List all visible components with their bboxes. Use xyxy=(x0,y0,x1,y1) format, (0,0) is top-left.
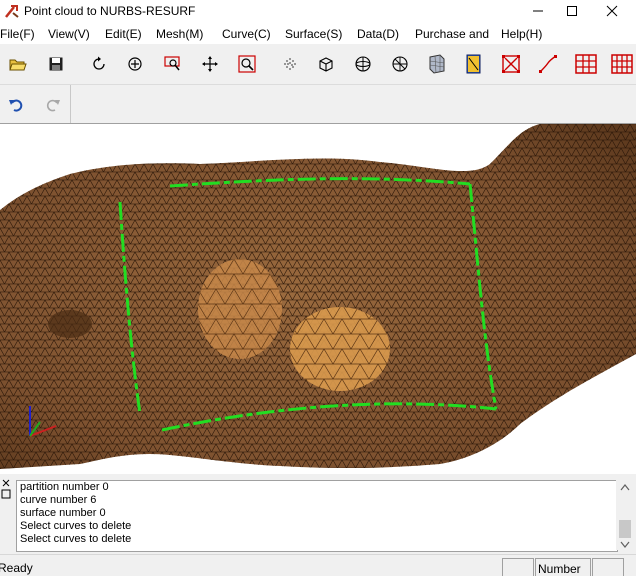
menu-help[interactable]: Help(H) xyxy=(501,27,542,41)
output-scrollbar[interactable] xyxy=(616,480,634,550)
secondary-toolbar xyxy=(0,85,636,124)
mesh-object-icon xyxy=(429,54,445,74)
mesh-render[interactable] xyxy=(0,124,636,474)
minimize-icon xyxy=(533,10,543,12)
grid-red-button[interactable] xyxy=(573,51,599,77)
log-line: Select curves to delete xyxy=(20,533,132,545)
mesh-wireframe xyxy=(0,124,636,469)
panel-close-icon[interactable] xyxy=(0,474,14,504)
redo-button[interactable] xyxy=(40,92,66,118)
open-folder-icon xyxy=(9,59,27,71)
maximize-button[interactable] xyxy=(554,0,590,22)
menu-purchase[interactable]: Purchase and xyxy=(415,27,489,41)
curve-object-button[interactable] xyxy=(461,51,487,77)
menu-data[interactable]: Data(D) xyxy=(357,27,399,41)
undo-button[interactable] xyxy=(3,92,29,118)
redo-icon xyxy=(46,99,60,112)
title-bar: Point cloud to NURBS-RESURF xyxy=(0,0,636,22)
save-button[interactable] xyxy=(43,51,69,77)
maximize-icon xyxy=(567,6,577,16)
scroll-thumb[interactable] xyxy=(619,520,631,538)
delete-box-icon xyxy=(502,55,520,73)
menu-mesh[interactable]: Mesh(M) xyxy=(156,27,203,41)
zoom-window-icon xyxy=(164,56,180,71)
delete-box-button[interactable] xyxy=(498,51,524,77)
sphere-icon xyxy=(355,56,371,72)
curve-line-icon xyxy=(539,55,557,73)
zoom-fit-button[interactable] xyxy=(234,51,260,77)
zoom-fit-icon xyxy=(238,55,256,73)
menu-view[interactable]: View(V) xyxy=(48,27,90,41)
menu-curve[interactable]: Curve(C) xyxy=(222,27,271,41)
cube-button[interactable] xyxy=(313,51,339,77)
status-bar: Ready Number xyxy=(0,554,636,576)
grid-red-2-button[interactable] xyxy=(609,51,635,77)
curve-line-button[interactable] xyxy=(535,51,561,77)
minimize-button[interactable] xyxy=(520,0,556,22)
globe-icon xyxy=(392,56,408,72)
close-icon xyxy=(606,5,618,17)
grid-red-2-icon xyxy=(611,54,633,74)
rotate-button[interactable] xyxy=(86,51,112,77)
log-line: surface number 0 xyxy=(20,507,106,519)
log-line: curve number 6 xyxy=(20,494,97,506)
move-button[interactable] xyxy=(197,51,223,77)
menu-edit[interactable]: Edit(E) xyxy=(105,27,142,41)
curve-object-icon xyxy=(466,54,481,74)
pan-button[interactable] xyxy=(122,51,148,77)
log-line: Select curves to delete xyxy=(20,520,132,532)
menu-surface[interactable]: Surface(S) xyxy=(285,27,342,41)
menu-file[interactable]: File(F) xyxy=(0,27,35,41)
window-title: Point cloud to NURBS-RESURF xyxy=(24,4,196,18)
sphere-button[interactable] xyxy=(350,51,376,77)
status-pane-empty xyxy=(502,558,534,576)
undo-icon xyxy=(9,99,23,112)
save-icon xyxy=(49,57,63,71)
output-log: partition number 0 curve number 6 surfac… xyxy=(16,480,618,552)
log-line: partition number 0 xyxy=(20,481,109,493)
pan-icon xyxy=(128,57,142,71)
main-toolbar xyxy=(0,44,636,85)
3d-viewport[interactable] xyxy=(0,124,636,474)
status-ready: Ready xyxy=(0,561,33,575)
point-cloud-button[interactable] xyxy=(277,51,303,77)
zoom-window-button[interactable] xyxy=(160,51,186,77)
status-pane-extra xyxy=(592,558,624,576)
grid-red-icon xyxy=(575,54,597,74)
app-logo-icon xyxy=(5,5,19,18)
menu-bar: File(F) View(V) Edit(E) Mesh(M) Curve(C)… xyxy=(0,22,636,44)
rotate-icon xyxy=(93,56,105,70)
move-icon xyxy=(202,56,218,72)
open-button[interactable] xyxy=(5,51,31,77)
status-pane-number: Number xyxy=(535,558,591,576)
output-panel: partition number 0 curve number 6 surfac… xyxy=(0,474,636,554)
output-panel-grip xyxy=(0,474,14,554)
cube-icon xyxy=(319,57,333,72)
mesh-object-button[interactable] xyxy=(424,51,450,77)
mesh-hole xyxy=(48,310,92,338)
point-cloud-icon xyxy=(284,58,296,70)
close-button[interactable] xyxy=(594,0,630,22)
globe-button[interactable] xyxy=(387,51,413,77)
